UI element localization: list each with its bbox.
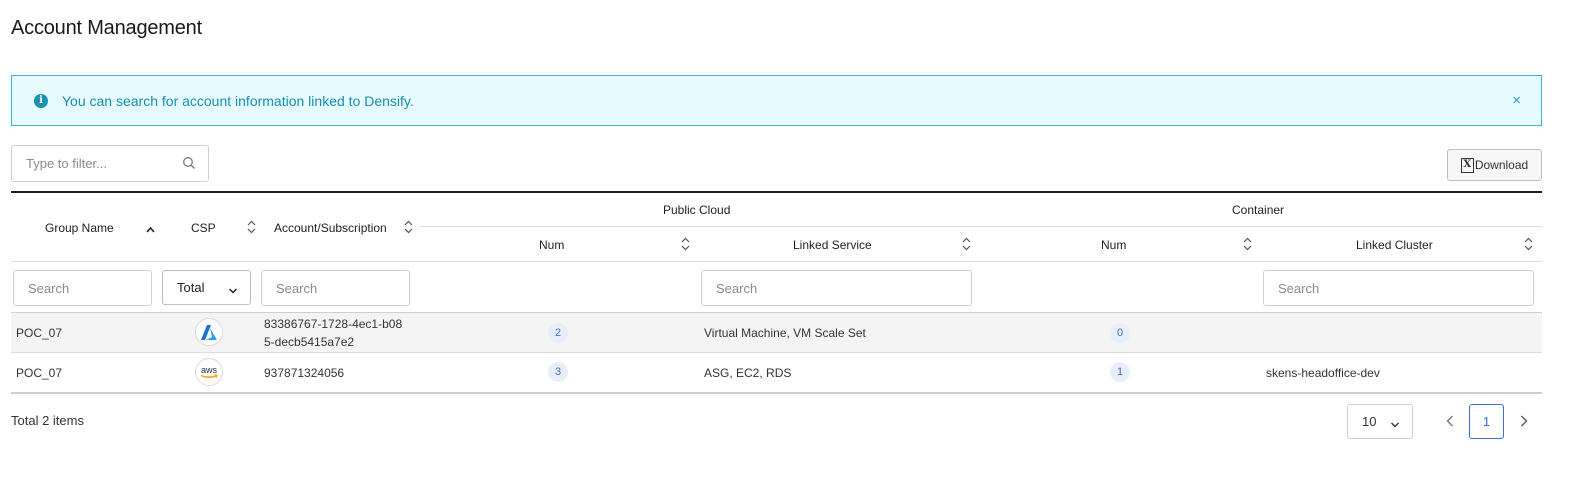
- table-bottom-border: [11, 392, 1542, 394]
- account-search-input[interactable]: [262, 280, 409, 296]
- cell-account: 83386767-1728-4ec1-b08: [264, 317, 403, 331]
- account-search: [261, 270, 410, 306]
- header-linked-service[interactable]: Linked Service: [793, 238, 872, 252]
- azure-logo-icon: [195, 318, 223, 346]
- sort-asc-icon[interactable]: [146, 222, 155, 237]
- aws-logo-text: aws: [201, 365, 218, 375]
- group-name-search: [13, 270, 152, 306]
- header-linked-cluster[interactable]: Linked Cluster: [1356, 238, 1433, 252]
- public-cloud-count-badge[interactable]: 3: [548, 362, 568, 382]
- linked-cluster-search-input[interactable]: [1264, 280, 1533, 296]
- sort-icon[interactable]: [1243, 237, 1252, 254]
- header-bottom-divider: [11, 261, 1542, 262]
- group-header-divider: [420, 226, 1542, 227]
- cell-group-name: POC_07: [16, 326, 63, 340]
- cell-linked-service: Virtual Machine, VM Scale Set: [704, 326, 866, 340]
- download-button[interactable]: X Download: [1447, 149, 1542, 181]
- header-ct-num[interactable]: Num: [1101, 238, 1126, 252]
- linked-service-search-input[interactable]: [702, 280, 971, 296]
- chevron-right-icon[interactable]: [1520, 414, 1528, 431]
- sort-icon[interactable]: [404, 220, 413, 237]
- header-container: Container: [1232, 203, 1285, 217]
- group-name-search-input[interactable]: [14, 280, 151, 296]
- info-icon: i: [34, 93, 48, 108]
- sort-icon[interactable]: [1524, 237, 1533, 254]
- linked-cluster-search: [1263, 270, 1534, 306]
- header-group-name[interactable]: Group Name: [45, 221, 114, 235]
- filter-box: [11, 145, 209, 182]
- page-title: Account Management: [11, 17, 202, 39]
- sort-icon[interactable]: [962, 237, 971, 254]
- header-public-cloud: Public Cloud: [663, 203, 731, 217]
- container-count-badge[interactable]: 1: [1110, 362, 1130, 382]
- cell-group-name: POC_07: [16, 366, 63, 380]
- sort-icon[interactable]: [247, 220, 256, 237]
- container-count-badge[interactable]: 0: [1110, 323, 1130, 343]
- close-icon[interactable]: ×: [1512, 92, 1521, 109]
- linked-service-search: [701, 270, 972, 306]
- cell-account: 937871324056: [264, 366, 345, 380]
- public-cloud-count-badge[interactable]: 2: [548, 323, 568, 343]
- header-account[interactable]: Account/Subscription: [274, 221, 387, 235]
- aws-logo-icon: aws: [195, 358, 223, 386]
- sort-icon[interactable]: [681, 237, 690, 254]
- chevron-down-icon: [1390, 417, 1400, 432]
- header-pc-num[interactable]: Num: [539, 238, 564, 252]
- csp-filter-value: Total: [177, 280, 205, 295]
- header-csp[interactable]: CSP: [191, 221, 216, 235]
- total-items: Total 2 items: [11, 413, 84, 428]
- csp-filter-select[interactable]: Total: [162, 270, 251, 305]
- cell-linked-cluster: skens-headoffice-dev: [1266, 366, 1380, 380]
- excel-icon: X: [1460, 157, 1474, 173]
- filter-input[interactable]: [26, 156, 176, 171]
- table-row[interactable]: POC_07 aws 937871324056 3 ASG, EC2, RDS …: [11, 353, 1542, 393]
- page-size-select[interactable]: 10: [1347, 404, 1413, 439]
- cell-linked-service: ASG, EC2, RDS: [704, 366, 792, 380]
- search-icon[interactable]: [182, 156, 196, 173]
- page-button-current[interactable]: 1: [1469, 404, 1504, 439]
- page-size-value: 10: [1362, 414, 1377, 429]
- alert-message: You can search for account information l…: [62, 92, 414, 109]
- cell-account-cont: 5-decb5415a7e2: [264, 335, 355, 349]
- chevron-left-icon[interactable]: [1446, 414, 1454, 431]
- table-row[interactable]: POC_07 83386767-1728-4ec1-b08 5-decb5415…: [11, 313, 1542, 353]
- table-top-border: [11, 191, 1542, 193]
- info-alert: i You can search for account information…: [11, 75, 1542, 126]
- chevron-down-icon: [228, 283, 238, 298]
- download-label: Download: [1474, 158, 1529, 172]
